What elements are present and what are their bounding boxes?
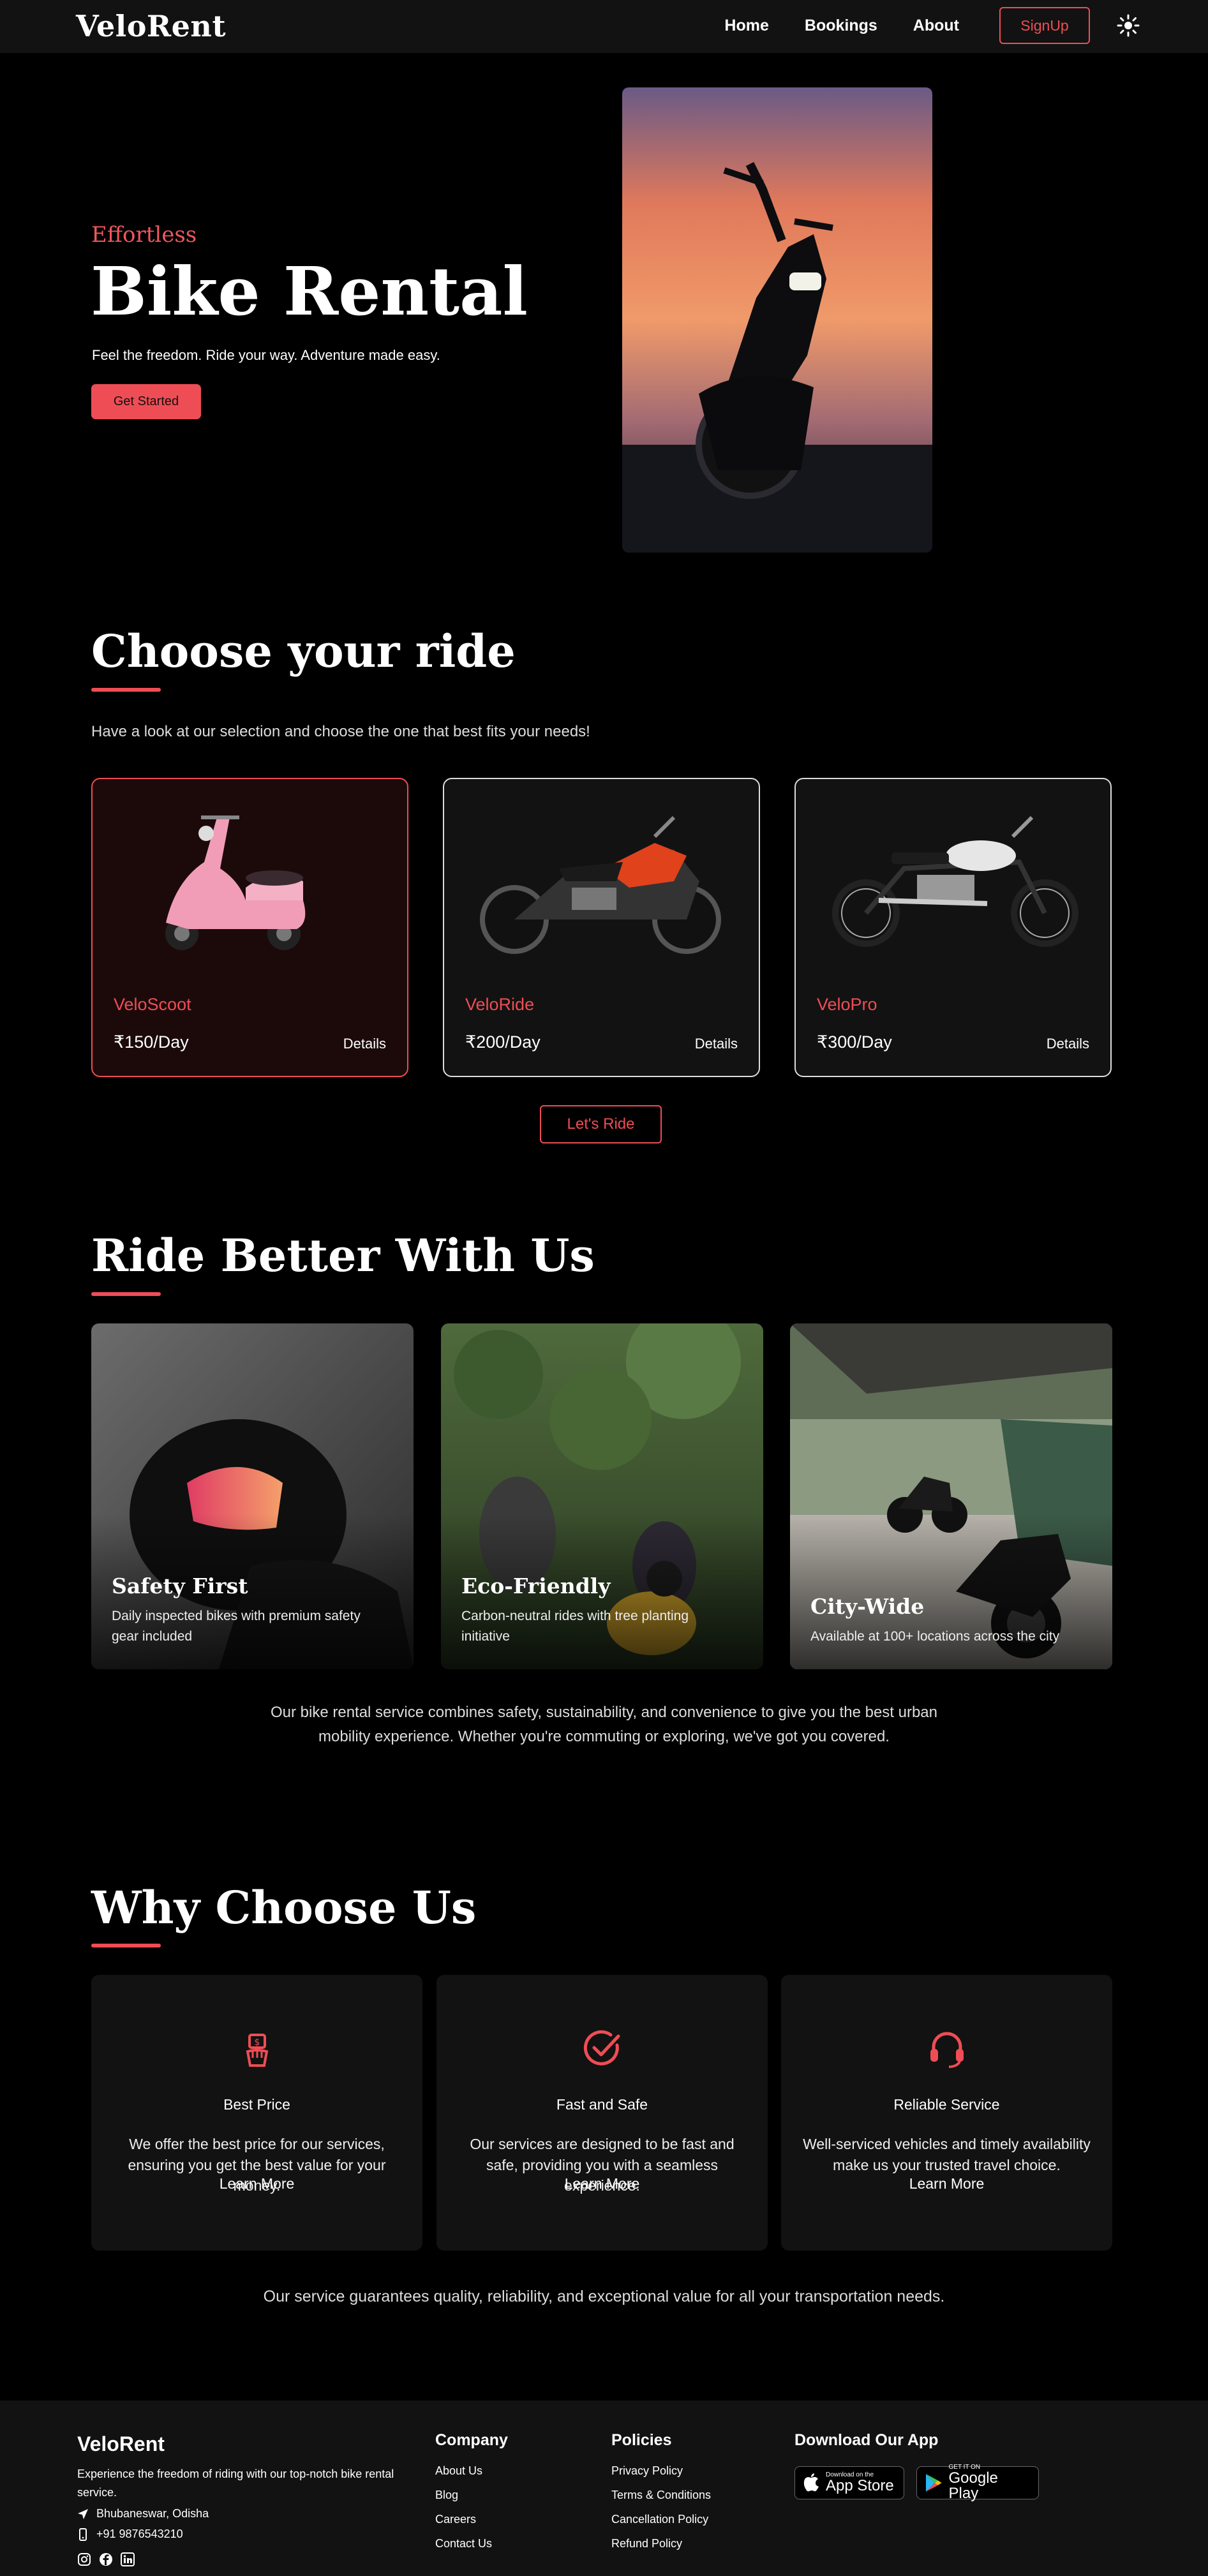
sun-icon[interactable] [1117, 14, 1140, 37]
footer-link-about[interactable]: About Us [435, 2464, 482, 2478]
details-link[interactable]: Details [695, 1036, 738, 1052]
footer-brand: VeloRent [77, 2432, 165, 2455]
why-card-fast-safe: Fast and Safe Our services are designed … [436, 1975, 768, 2251]
learn-more-link[interactable]: Learn More [781, 2175, 1112, 2193]
lets-ride-button[interactable]: Let's Ride [540, 1105, 662, 1143]
nav-links: Home Bookings About [724, 17, 959, 35]
title-underline [91, 1292, 161, 1296]
why-card-title: Best Price [223, 2096, 290, 2113]
feature-text: Daily inspected bikes with premium safet… [112, 1609, 361, 1644]
footer-link-privacy[interactable]: Privacy Policy [611, 2464, 683, 2478]
ride-name: VeloPro [817, 995, 877, 1014]
hero-title: Bike Rental [91, 252, 528, 331]
footer-link-cancellation[interactable]: Cancellation Policy [611, 2513, 708, 2526]
feature-card-citywide: City-Wide Available at 100+ locations ac… [790, 1323, 1112, 1669]
footer-link-terms[interactable]: Terms & Conditions [611, 2489, 711, 2502]
social-links [77, 2552, 135, 2566]
feature-title: Eco-Friendly [461, 1574, 611, 1598]
choose-description: Have a look at our selection and choose … [91, 723, 590, 740]
guarantee-text: Our service guarantees quality, reliabil… [263, 2288, 945, 2305]
policies-heading: Policies [611, 2431, 672, 2449]
nav-bookings-link[interactable]: Bookings [805, 17, 877, 35]
footer-description: Experience the freedom of riding with ou… [77, 2468, 394, 2499]
details-link[interactable]: Details [1047, 1036, 1089, 1052]
hero-tagline: Feel the freedom. Ride your way. Adventu… [92, 347, 440, 363]
footer-link-blog[interactable]: Blog [435, 2489, 458, 2502]
app-store-button[interactable]: Download on the App Store [794, 2466, 904, 2499]
ride-price: ₹150/Day [114, 1032, 189, 1052]
brand-logo[interactable]: VeloRent [76, 9, 226, 43]
feature-text: Available at 100+ locations across the c… [810, 1629, 1060, 1644]
google-play-button[interactable]: GET IT ON Google Play [916, 2464, 1039, 2502]
feature-text: Carbon-neutral rides with tree planting … [461, 1609, 689, 1644]
footer-phone: +91 9876543210 [77, 2528, 183, 2541]
hero-eyebrow: Effortless [91, 222, 197, 248]
better-paragraph: Our bike rental service combines safety,… [270, 1704, 938, 1746]
nav-home-link[interactable]: Home [724, 17, 768, 35]
google-play-icon [925, 2474, 942, 2492]
feature-title: Safety First [112, 1574, 248, 1598]
footer-link-contact[interactable]: Contact Us [435, 2537, 492, 2550]
ride-price: ₹200/Day [465, 1032, 541, 1052]
classic-bike-image [832, 815, 1078, 947]
top-navbar: VeloRent Home Bookings About SignUp [0, 0, 1208, 53]
footer-link-refund[interactable]: Refund Policy [611, 2537, 682, 2550]
ride-card-velopro[interactable]: VeloPro ₹300/Day Details [794, 778, 1112, 1077]
instagram-icon[interactable] [77, 2552, 91, 2566]
ride-name: VeloScoot [114, 995, 191, 1014]
sportbike-image [480, 815, 721, 954]
ride-price: ₹300/Day [817, 1032, 892, 1052]
feature-card-eco: Eco-Friendly Carbon-neutral rides with t… [441, 1323, 763, 1669]
get-started-button[interactable]: Get Started [91, 384, 201, 419]
title-underline [91, 1944, 161, 1947]
why-card-title: Reliable Service [893, 2096, 1000, 2113]
footer: VeloRent Experience the freedom of ridin… [0, 2401, 1208, 2576]
phone-icon [79, 2528, 87, 2541]
choose-title: Choose your ride [91, 625, 516, 678]
better-title: Ride Better With Us [91, 1229, 595, 1282]
why-card-best-price: $ Best Price We offer the best price for… [91, 1975, 422, 2251]
headset-icon [930, 2032, 964, 2068]
why-card-reliable: Reliable Service Well-serviced vehicles … [781, 1975, 1112, 2251]
money-hand-icon: $ [246, 2034, 268, 2067]
scooter-image [165, 815, 306, 950]
location-arrow-icon [78, 2508, 88, 2519]
learn-more-link[interactable]: Learn More [91, 2175, 422, 2193]
feature-card-safety: Safety First Daily inspected bikes with … [91, 1323, 414, 1669]
feature-title: City-Wide [810, 1594, 925, 1619]
appstore-big-text: App Store [826, 2477, 894, 2494]
title-underline [91, 688, 161, 692]
ride-card-veloride[interactable]: VeloRide ₹200/Day Details [443, 778, 760, 1077]
facebook-icon[interactable] [99, 2552, 113, 2566]
ride-card-veloscoot[interactable]: VeloScoot ₹150/Day Details [91, 778, 408, 1077]
why-title: Why Choose Us [91, 1881, 477, 1934]
app-heading: Download Our App [794, 2431, 939, 2449]
footer-location: Bhubaneswar, Odisha [77, 2507, 209, 2520]
footer-link-careers[interactable]: Careers [435, 2513, 476, 2526]
check-circle-icon [583, 2030, 620, 2066]
nav-about-link[interactable]: About [913, 17, 959, 35]
learn-more-link[interactable]: Learn More [436, 2175, 768, 2193]
ride-name: VeloRide [465, 995, 535, 1014]
linkedin-icon[interactable] [121, 2552, 135, 2566]
hero-motorcycle-image [622, 87, 932, 553]
why-card-title: Fast and Safe [556, 2096, 648, 2113]
phone-text: +91 9876543210 [96, 2528, 183, 2540]
apple-icon [803, 2473, 819, 2492]
details-link[interactable]: Details [343, 1036, 386, 1052]
location-text: Bhubaneswar, Odisha [96, 2507, 209, 2520]
why-card-text: Well-serviced vehicles and timely availa… [803, 2136, 1091, 2173]
play-big-text: Google Play [948, 2469, 998, 2502]
svg-text:$: $ [254, 2037, 260, 2048]
signup-button[interactable]: SignUp [999, 7, 1090, 44]
company-heading: Company [435, 2431, 508, 2449]
